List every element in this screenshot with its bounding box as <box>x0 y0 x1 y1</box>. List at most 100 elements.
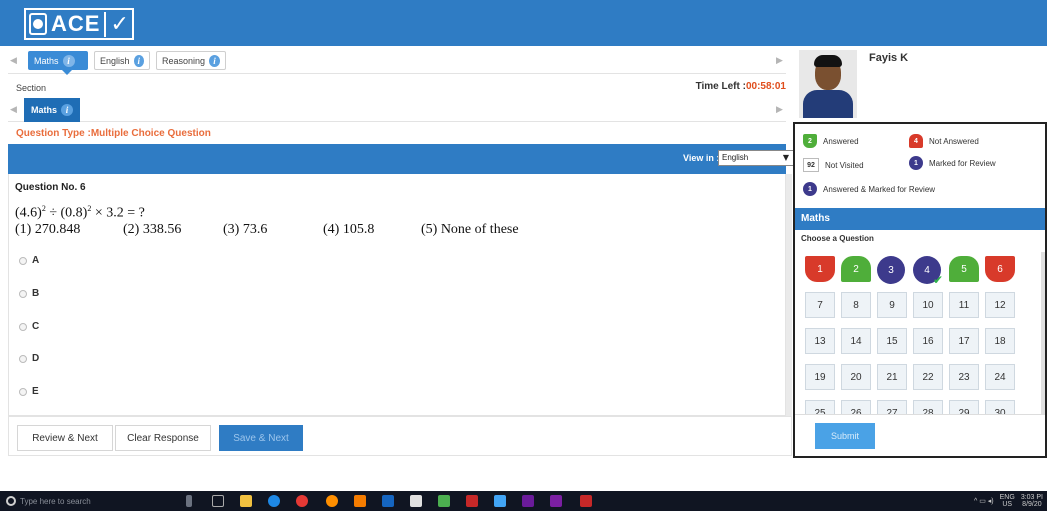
app-icon[interactable] <box>382 495 394 507</box>
radio-button[interactable] <box>19 387 27 396</box>
question-palette-button[interactable]: 16 <box>913 328 943 354</box>
question-palette-button[interactable]: 2 <box>841 256 871 282</box>
subject-tabs: ◀ Maths i English i Reasoning i ▶ <box>8 48 786 75</box>
question-palette-button[interactable]: 9 <box>877 292 907 318</box>
tabs-scroll-left-icon[interactable]: ◀ <box>10 56 17 66</box>
question-palette-button[interactable]: 14 <box>841 328 871 354</box>
logo-emblem-icon <box>29 13 47 35</box>
choice-text: (3) 73.6 <box>223 222 268 237</box>
tabs-scroll-right-icon[interactable]: ▶ <box>776 56 783 66</box>
mic-icon[interactable] <box>186 495 192 507</box>
question-palette-button[interactable]: 10 <box>913 292 943 318</box>
task-view-icon[interactable] <box>212 495 224 507</box>
app-icon[interactable] <box>354 495 366 507</box>
section-tab-maths[interactable]: Maths i <box>24 98 80 122</box>
app-icon[interactable] <box>494 495 506 507</box>
edge-icon[interactable] <box>268 495 280 507</box>
question-palette-button[interactable]: 22 <box>913 364 943 390</box>
save-next-button[interactable]: Save & Next <box>219 425 303 451</box>
info-icon[interactable]: i <box>62 54 75 67</box>
question-palette-button[interactable]: 1 <box>805 256 835 282</box>
answered-marked-icon: 1 <box>803 182 817 196</box>
file-explorer-icon[interactable] <box>240 495 252 507</box>
question-palette-button[interactable]: 24 <box>985 364 1015 390</box>
question-type: Question Type :Multiple Choice Question <box>16 128 211 139</box>
info-icon[interactable]: i <box>61 104 73 116</box>
option-a[interactable]: A <box>19 255 39 266</box>
option-label: C <box>32 321 40 332</box>
tab-english[interactable]: English i <box>94 51 150 70</box>
info-icon[interactable]: i <box>133 54 144 67</box>
clear-response-button[interactable]: Clear Response <box>115 425 211 451</box>
choice-text: (1) 270.848 <box>15 222 81 237</box>
view-in-label: View in : <box>683 153 720 163</box>
question-palette-button[interactable]: 17 <box>949 328 979 354</box>
not-visited-icon: 92 <box>803 158 819 172</box>
question-palette-button[interactable]: 11 <box>949 292 979 318</box>
option-c[interactable]: C <box>19 321 39 332</box>
question-palette-button[interactable]: 5 <box>949 256 979 282</box>
question-palette-button[interactable]: 12 <box>985 292 1015 318</box>
question-palette-button[interactable]: 25 <box>805 400 835 414</box>
tab-maths[interactable]: Maths i <box>28 51 88 70</box>
option-e[interactable]: E <box>19 386 39 397</box>
section-scroll-right-icon[interactable]: ▶ <box>776 105 783 115</box>
store-icon[interactable] <box>410 495 422 507</box>
tab-reasoning[interactable]: Reasoning i <box>156 51 226 70</box>
cortana-icon[interactable] <box>6 496 16 506</box>
question-palette-button[interactable]: 4 ✔ <box>913 256 943 287</box>
review-next-button[interactable]: Review & Next <box>17 425 113 451</box>
not-answered-icon: 4 <box>909 134 923 148</box>
question-palette-button[interactable]: 21 <box>877 364 907 390</box>
visual-studio-icon[interactable] <box>522 495 534 507</box>
app-icon[interactable] <box>438 495 450 507</box>
option-label: D <box>32 353 40 364</box>
visual-studio-icon[interactable] <box>550 495 562 507</box>
filezilla-icon[interactable] <box>466 495 478 507</box>
question-palette-button[interactable]: 19 <box>805 364 835 390</box>
radio-button[interactable] <box>19 289 27 298</box>
question-palette-button[interactable]: 23 <box>949 364 979 390</box>
taskbar-search[interactable]: Type here to search <box>6 494 91 508</box>
question-palette-button[interactable]: 26 <box>841 400 871 414</box>
tab-label: English <box>100 55 130 66</box>
submit-button[interactable]: Submit <box>815 423 875 449</box>
question-palette-button[interactable]: 27 <box>877 400 907 414</box>
radio-button[interactable] <box>19 322 27 331</box>
section-scroll-left-icon[interactable]: ◀ <box>10 105 17 115</box>
question-palette-button[interactable]: 6 <box>985 256 1015 282</box>
info-icon[interactable]: i <box>209 54 220 67</box>
question-palette-button[interactable]: 15 <box>877 328 907 354</box>
option-b[interactable]: B <box>19 288 39 299</box>
question-palette-button[interactable]: 18 <box>985 328 1015 354</box>
choice-text: (4) 105.8 <box>323 222 375 237</box>
question-palette-button[interactable]: 29 <box>949 400 979 414</box>
legend-label: Not Answered <box>929 136 979 146</box>
legend-label: Not Visited <box>825 160 864 170</box>
radio-button[interactable] <box>19 256 27 265</box>
filezilla-icon[interactable] <box>580 495 592 507</box>
question-palette-button[interactable]: 20 <box>841 364 871 390</box>
question-palette-button[interactable]: 30 <box>985 400 1015 414</box>
language-select[interactable]: English ▼ <box>718 150 794 166</box>
choose-question-label: Choose a Question <box>801 234 874 243</box>
question-palette-button[interactable]: 7 <box>805 292 835 318</box>
tray-icons[interactable]: ^ ▭ ◂) <box>974 497 994 505</box>
radio-button[interactable] <box>19 354 27 363</box>
language-indicator[interactable]: ENG US <box>1000 494 1015 508</box>
section-row: Section Time Left :00:58:01 <box>8 76 786 96</box>
question-palette-button[interactable]: 8 <box>841 292 871 318</box>
question-palette-button[interactable]: 28 <box>913 400 943 414</box>
chrome-icon[interactable] <box>296 495 308 507</box>
legend-label: Answered <box>823 136 859 146</box>
question-palette-button[interactable]: 13 <box>805 328 835 354</box>
lang-bottom: US <box>1002 501 1013 508</box>
search-placeholder: Type here to search <box>20 496 91 506</box>
firefox-icon[interactable] <box>326 495 338 507</box>
palette-scrollbar[interactable] <box>1041 252 1045 414</box>
ace-logo: ACE ✓ <box>24 8 134 40</box>
clock[interactable]: 3:03 PI 8/9/20 <box>1021 494 1043 508</box>
question-scrollbar[interactable] <box>786 174 792 416</box>
question-palette-button[interactable]: 3 <box>877 256 905 284</box>
option-d[interactable]: D <box>19 353 39 364</box>
